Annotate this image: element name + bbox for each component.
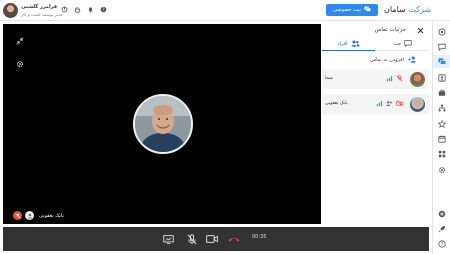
rail-help-icon[interactable]: ? xyxy=(433,237,450,250)
call-controls-bar: 00:35 xyxy=(3,227,429,251)
help-icon[interactable]: ? xyxy=(100,6,107,13)
chat-icon xyxy=(404,39,412,49)
rail-rocket-icon[interactable] xyxy=(433,222,450,235)
participant-row-name: بابک یعقوبی xyxy=(325,101,348,106)
rail-grid-icon[interactable] xyxy=(433,147,450,160)
people-icon xyxy=(350,40,360,49)
private-message-icon xyxy=(364,6,371,14)
top-bar: فرامرز گلشنی مدیر توسعه کسب و کار ? پیت … xyxy=(0,0,450,21)
signal-icon xyxy=(376,100,383,107)
participant-avatar xyxy=(410,72,425,87)
signal-icon xyxy=(386,75,393,82)
participant-name-tag: بابک یعقوبی xyxy=(13,211,64,220)
brand-logo: شرکت سامان xyxy=(384,5,431,15)
rail-sitemap-icon[interactable] xyxy=(433,101,450,114)
private-button-label: پیت خصوصی xyxy=(333,7,361,13)
video-call-area: بابک یعقوبی xyxy=(3,24,321,224)
video-off-icon xyxy=(396,100,403,107)
rail-contacts-icon[interactable] xyxy=(433,71,450,84)
private-button[interactable]: پیت خصوصی xyxy=(326,4,378,16)
participant-row-name: شما xyxy=(325,76,333,81)
rail-calendar-icon[interactable] xyxy=(433,132,450,145)
rail-chat-icon[interactable] xyxy=(433,40,450,53)
participant-row[interactable]: بابک یعقوبی xyxy=(322,94,429,114)
panel-title: جزئیات تماس xyxy=(374,27,406,33)
add-to-call-button[interactable]: افزودن به تماس xyxy=(322,55,429,65)
add-to-call-label: افزودن به تماس xyxy=(369,57,404,63)
hangup-button[interactable] xyxy=(227,233,241,245)
rail-forum-icon[interactable] xyxy=(433,55,450,68)
rail-settings-icon[interactable] xyxy=(433,163,450,176)
rail-briefcase-icon[interactable] xyxy=(433,86,450,99)
brand-name: سامان xyxy=(384,5,406,14)
mic-off-icon xyxy=(13,211,22,220)
participant-status-icons xyxy=(376,100,403,107)
camera-icon[interactable] xyxy=(205,233,219,245)
screen-share-icon[interactable] xyxy=(161,233,175,245)
panel-tabs: افراد چت xyxy=(322,38,429,51)
participant-avatar xyxy=(410,97,425,112)
brand-prefix: شرکت xyxy=(408,5,432,14)
user-profile[interactable]: فرامرز گلشنی مدیر توسعه کسب و کار xyxy=(3,2,63,19)
tab-chat[interactable]: چت xyxy=(376,38,429,51)
mic-mute-button[interactable] xyxy=(185,233,199,245)
rail-radio-icon[interactable] xyxy=(433,25,450,38)
participant-video-avatar xyxy=(133,94,193,154)
minimize-icon[interactable] xyxy=(15,36,24,45)
user-role: مدیر توسعه کسب و کار xyxy=(21,11,63,17)
call-timer: 00:35 xyxy=(252,234,267,240)
rail-add-icon[interactable] xyxy=(433,207,450,220)
leave-icon[interactable] xyxy=(61,6,68,13)
user-info: فرامرز گلشنی مدیر توسعه کسب و کار xyxy=(21,4,63,18)
participant-row[interactable]: شما xyxy=(322,69,429,89)
mic-off-icon xyxy=(396,75,403,82)
avatar[interactable] xyxy=(3,3,18,18)
svg-text:?: ? xyxy=(102,7,104,12)
panel-header: جزئیات تماس xyxy=(322,24,429,38)
tab-people-label: افراد xyxy=(337,41,348,47)
close-icon[interactable] xyxy=(415,25,426,36)
tab-people[interactable]: افراد xyxy=(322,38,375,51)
call-details-panel: جزئیات تماس افراد چت افزودن به تماس شما xyxy=(322,24,429,224)
tab-chat-label: چت xyxy=(392,41,401,47)
participant-status-icons xyxy=(386,75,403,82)
call-settings-icon[interactable] xyxy=(15,59,24,68)
add-person-icon xyxy=(408,56,417,65)
user-name: فرامرز گلشنی xyxy=(21,3,58,10)
people-icon xyxy=(386,100,393,107)
rail-star-icon[interactable] xyxy=(433,117,450,130)
participant-name: بابک یعقوبی xyxy=(39,212,64,219)
bell-icon[interactable] xyxy=(87,6,94,13)
user-circle-icon xyxy=(25,211,34,220)
hand-icon[interactable] xyxy=(74,6,81,13)
top-icon-bar: ? xyxy=(61,6,107,13)
right-nav-rail: ? xyxy=(432,21,450,254)
